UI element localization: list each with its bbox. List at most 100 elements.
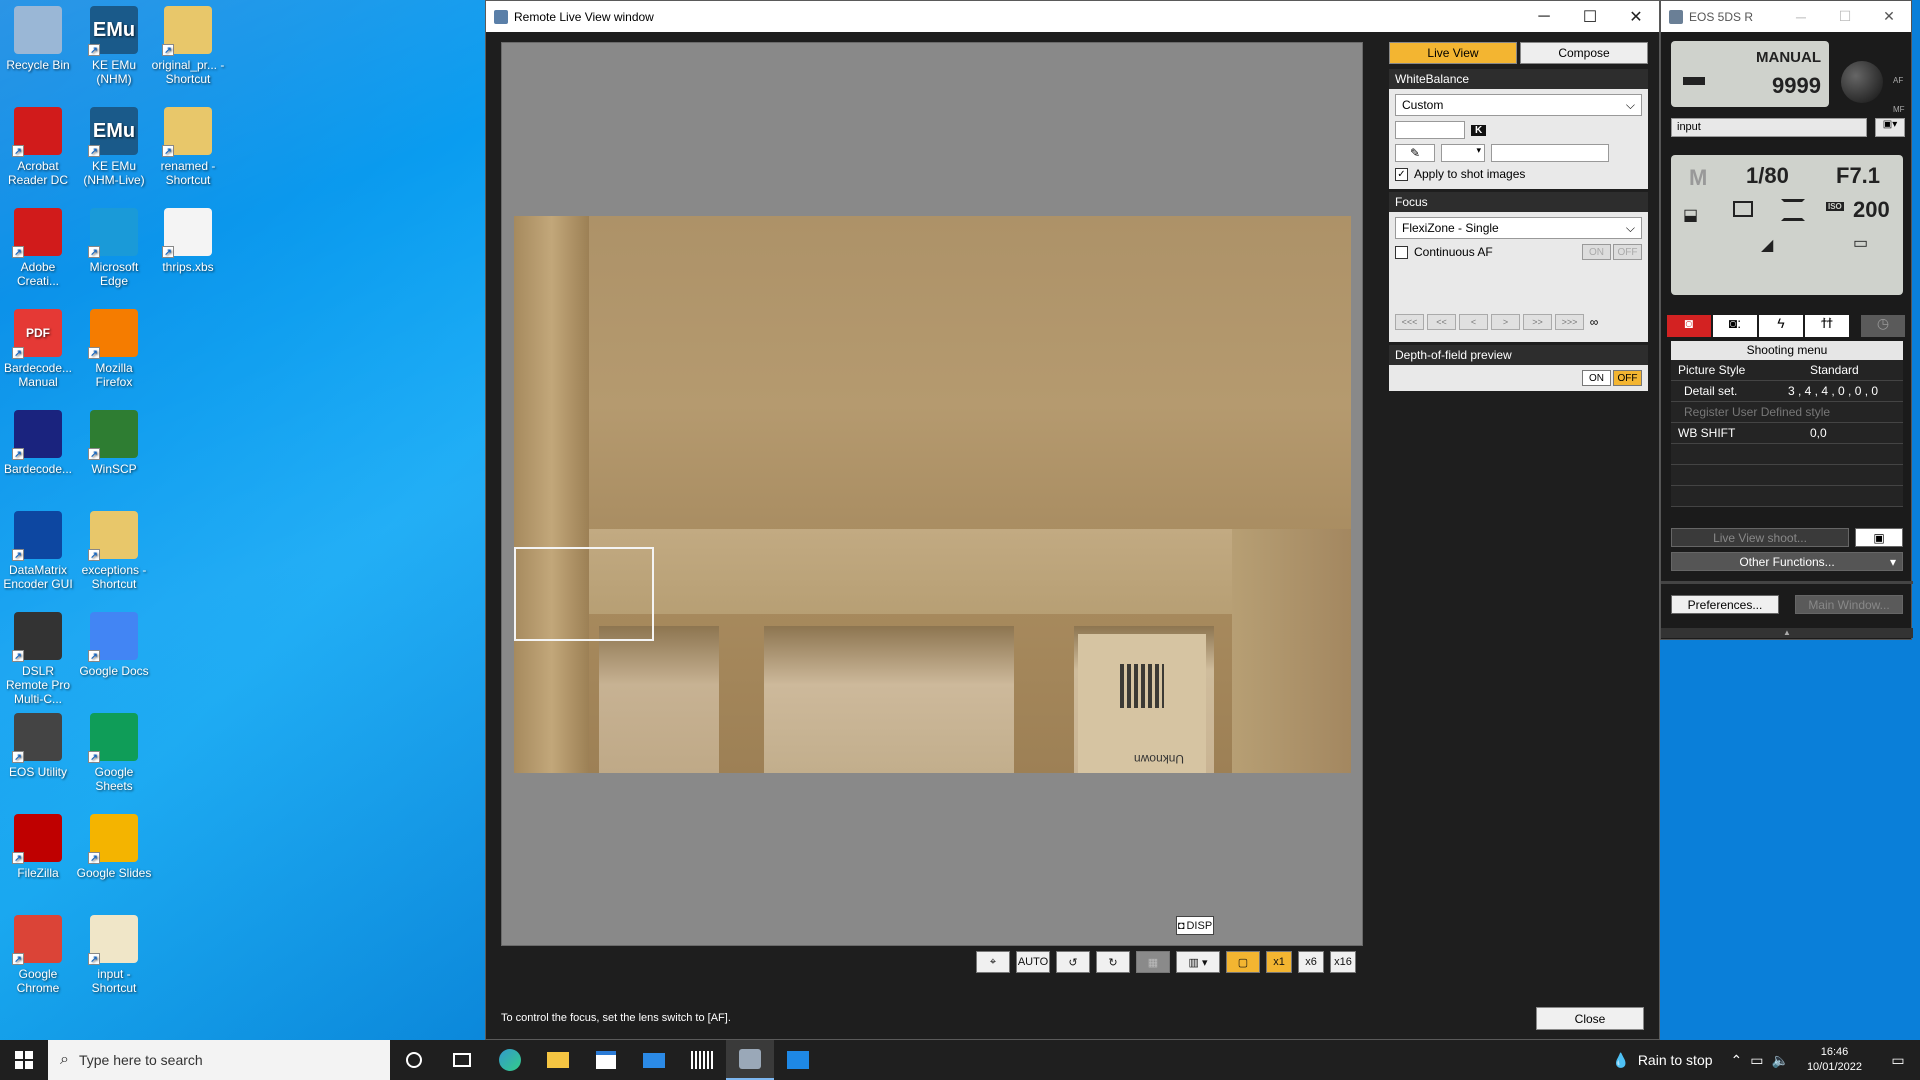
focus-far-small[interactable]: > — [1491, 314, 1520, 330]
grid-button[interactable]: ▦ — [1136, 951, 1170, 973]
focus-near-large[interactable]: <<< — [1395, 314, 1424, 330]
notifications-icon[interactable]: ▭ — [1876, 1052, 1920, 1069]
start-button[interactable] — [0, 1040, 48, 1080]
rotate-left-button[interactable]: ↺ — [1056, 951, 1090, 973]
frame-button[interactable]: ▢ — [1226, 951, 1260, 973]
minimize-icon[interactable]: ─ — [1521, 1, 1567, 32]
shooting-menu-row[interactable] — [1671, 465, 1903, 486]
camera-tab-icon[interactable]: ◙: — [1713, 315, 1757, 337]
task-view-icon[interactable] — [438, 1040, 486, 1080]
cortana-icon[interactable] — [390, 1040, 438, 1080]
shooting-menu-row[interactable] — [1671, 444, 1903, 465]
desktop-icon[interactable]: ↗ Bardecode... — [0, 410, 76, 476]
photos-taskbar-icon[interactable] — [774, 1040, 822, 1080]
preferences-button[interactable]: Preferences... — [1671, 595, 1779, 614]
desktop-icon[interactable]: ↗ Mozilla Firefox — [76, 309, 152, 389]
shooting-mode[interactable]: M — [1689, 165, 1707, 191]
drive-mode-icon[interactable] — [1733, 201, 1753, 217]
tools-tab-icon[interactable]: ϯϯ — [1805, 315, 1849, 337]
desktop-icon[interactable]: ↗ EOS Utility — [0, 713, 76, 779]
shooting-menu-row[interactable]: WB SHIFT 0,0 — [1671, 423, 1903, 444]
focus-near-small[interactable]: < — [1459, 314, 1488, 330]
file-explorer-icon[interactable] — [534, 1040, 582, 1080]
shooting-menu-row[interactable]: Picture Style Standard — [1671, 360, 1903, 381]
zoom-x1-button[interactable]: x1 — [1266, 951, 1292, 973]
continuous-af-off[interactable]: OFF — [1613, 244, 1642, 260]
kelvin-input[interactable] — [1395, 121, 1465, 139]
dof-on[interactable]: ON — [1582, 370, 1611, 386]
shooting-menu-row[interactable] — [1671, 486, 1903, 507]
continuous-af-on[interactable]: ON — [1582, 244, 1611, 260]
dof-off[interactable]: OFF — [1613, 370, 1642, 386]
shutter-speed[interactable]: 1/80 — [1746, 163, 1789, 189]
iso-value[interactable]: 200 — [1853, 197, 1890, 223]
desktop-icon[interactable]: EMu ↗ KE EMu (NHM) — [76, 6, 152, 86]
picture-quality-icon[interactable]: ◢ — [1761, 235, 1773, 255]
desktop-icon[interactable]: ↗ Google Chrome — [0, 915, 76, 995]
desktop-icon[interactable]: ↗ renamed - Shortcut — [150, 107, 226, 187]
focus-far-medium[interactable]: >> — [1523, 314, 1552, 330]
timer-tab-icon[interactable]: ◷ — [1861, 315, 1905, 337]
af-area-icon[interactable] — [1781, 199, 1805, 221]
volume-icon[interactable]: 🔈 — [1772, 1052, 1789, 1069]
close-icon[interactable]: ✕ — [1867, 1, 1911, 32]
desktop-icon[interactable]: ↗ Microsoft Edge — [76, 208, 152, 288]
aperture[interactable]: F7.1 — [1836, 163, 1880, 189]
live-view-shoot-button[interactable]: Live View shoot... — [1671, 528, 1849, 547]
zoom-x6-button[interactable]: x6 — [1298, 951, 1324, 973]
desktop-icon[interactable]: ↗ DataMatrix Encoder GUI — [0, 511, 76, 591]
desktop-icon[interactable]: Recycle Bin — [0, 6, 76, 72]
other-functions-button[interactable]: Other Functions... ▾ — [1671, 552, 1903, 571]
af-focus-frame[interactable] — [514, 547, 654, 641]
desktop-icon[interactable]: ↗ FileZilla — [0, 814, 76, 880]
live-view-mode-button[interactable]: Live View — [1389, 42, 1517, 64]
close-button[interactable]: Close — [1536, 1007, 1644, 1030]
desktop-icon[interactable]: EMu ↗ KE EMu (NHM-Live) — [76, 107, 152, 187]
wb-value-field[interactable] — [1491, 144, 1609, 162]
aspect-ratio-button[interactable]: ▥ ▾ — [1176, 951, 1220, 973]
desktop-icon[interactable]: ↗ input - Shortcut — [76, 915, 152, 995]
clock[interactable]: 16:46 10/01/2022 — [1807, 1045, 1862, 1075]
apply-to-shot-checkbox[interactable]: ✓ — [1395, 167, 1408, 181]
bardecode-taskbar-icon[interactable] — [678, 1040, 726, 1080]
desktop-icon[interactable]: PDF ↗ Bardecode... Manual — [0, 309, 76, 389]
focus-mode-select[interactable]: FlexiZone - Single ⌵ — [1395, 217, 1642, 239]
folder-button[interactable]: ▣▾ — [1875, 118, 1905, 137]
compose-mode-button[interactable]: Compose — [1520, 42, 1648, 64]
weather-text[interactable]: Rain to stop — [1638, 1052, 1713, 1068]
live-view-title-bar[interactable]: Remote Live View window ─ ☐ ✕ — [486, 1, 1659, 32]
eos-title-bar[interactable]: EOS 5DS R ─ ☐ ✕ — [1661, 1, 1911, 32]
chevron-up-icon[interactable]: ⌃ — [1731, 1052, 1743, 1069]
desktop-icon[interactable]: ↗ original_pr... - Shortcut — [150, 6, 226, 86]
metering-icon[interactable]: ⬓ — [1683, 205, 1698, 225]
desktop-icon[interactable]: ↗ Google Sheets — [76, 713, 152, 793]
rotate-right-button[interactable]: ↻ — [1096, 951, 1130, 973]
store-icon[interactable] — [582, 1040, 630, 1080]
continuous-af-checkbox[interactable] — [1395, 245, 1408, 259]
mail-icon[interactable] — [630, 1040, 678, 1080]
wb-preset-dropdown[interactable]: ▾ — [1441, 144, 1485, 162]
network-icon[interactable]: ▭ — [1750, 1052, 1763, 1069]
save-folder-field[interactable]: input — [1671, 118, 1867, 137]
shooting-menu-row[interactable]: Detail set. 3 , 4 , 4 , 0 , 0 , 0 — [1671, 381, 1903, 402]
movie-icon[interactable]: ▣ — [1855, 528, 1903, 547]
focus-near-medium[interactable]: << — [1427, 314, 1456, 330]
desktop-icon[interactable]: ↗ Acrobat Reader DC — [0, 107, 76, 187]
desktop-icon[interactable]: ↗ Google Slides — [76, 814, 152, 880]
live-view-image[interactable]: Unknown — [514, 216, 1351, 773]
desktop-icon[interactable]: ↗ WinSCP — [76, 410, 152, 476]
crosshair-button[interactable]: ⌖ — [976, 951, 1010, 973]
close-icon[interactable]: ✕ — [1613, 1, 1659, 32]
desktop-icon[interactable]: ↗ Adobe Creati... — [0, 208, 76, 288]
edge-taskbar-icon[interactable] — [486, 1040, 534, 1080]
maximize-icon[interactable]: ☐ — [1567, 1, 1613, 32]
search-box[interactable]: ⌕ Type here to search — [48, 1040, 390, 1080]
desktop-icon[interactable]: ↗ thrips.xbs — [150, 208, 226, 274]
desktop-icon[interactable]: ↗ DSLR Remote Pro Multi-C... — [0, 612, 76, 706]
disp-button[interactable]: ◘ DISP — [1176, 916, 1214, 935]
flash-tab-icon[interactable]: ϟ — [1759, 315, 1803, 337]
eyedropper-button[interactable]: ✎ — [1395, 144, 1435, 162]
focus-far-large[interactable]: >>> — [1555, 314, 1584, 330]
shooting-menu-row[interactable]: Register User Defined style — [1671, 402, 1903, 423]
minimize-icon[interactable]: ─ — [1779, 1, 1823, 32]
